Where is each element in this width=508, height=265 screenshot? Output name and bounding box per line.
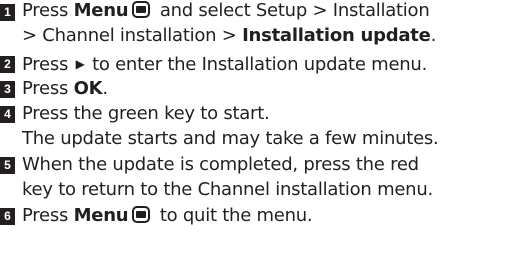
right-arrow-icon: ▶ (75, 57, 85, 71)
step-3-line-1: Press OK. (22, 78, 108, 100)
menu-key-icon (132, 206, 151, 223)
text: and select Setup > Installation (154, 0, 430, 21)
text: > Channel installation > (22, 25, 243, 46)
step-number-badge: 2 (0, 56, 15, 73)
step-number-badge: 3 (0, 81, 15, 98)
text: to enter the Installation update menu. (86, 54, 428, 75)
text: to quit the menu. (154, 205, 313, 226)
step-5-line-1: When the update is completed, press the … (22, 154, 419, 175)
step-4-line-2: The update starts and may take a few min… (22, 128, 439, 149)
step-number-badge: 6 (0, 208, 15, 225)
step-6-line-1: Press Menu to quit the menu. (22, 205, 313, 227)
menu-key-label: Menu (73, 205, 129, 226)
menu-key-label: Menu (73, 0, 129, 21)
text: Press (22, 0, 74, 21)
step-2-line-1: Press ▶ to enter the Installation update… (22, 53, 427, 76)
ok-key-label: OK (73, 78, 103, 99)
text: . (102, 78, 108, 99)
installation-update-label: Installation update (242, 25, 431, 46)
text: Press (22, 205, 74, 226)
step-number-badge: 4 (0, 106, 15, 123)
menu-key-icon (132, 1, 151, 18)
step-5-line-2: key to return to the Channel installatio… (22, 179, 433, 200)
step-number-badge: 1 (0, 4, 15, 21)
step-4-line-1: Press the green key to start. (22, 103, 270, 124)
text: . (430, 25, 437, 46)
step-1-line-2: > Channel installation > Installation up… (22, 25, 436, 47)
step-1-line-1: Press Menu and select Setup > Installati… (22, 0, 430, 22)
text: Press (22, 54, 74, 75)
text: Press (22, 78, 74, 99)
step-number-badge: 5 (0, 157, 15, 174)
